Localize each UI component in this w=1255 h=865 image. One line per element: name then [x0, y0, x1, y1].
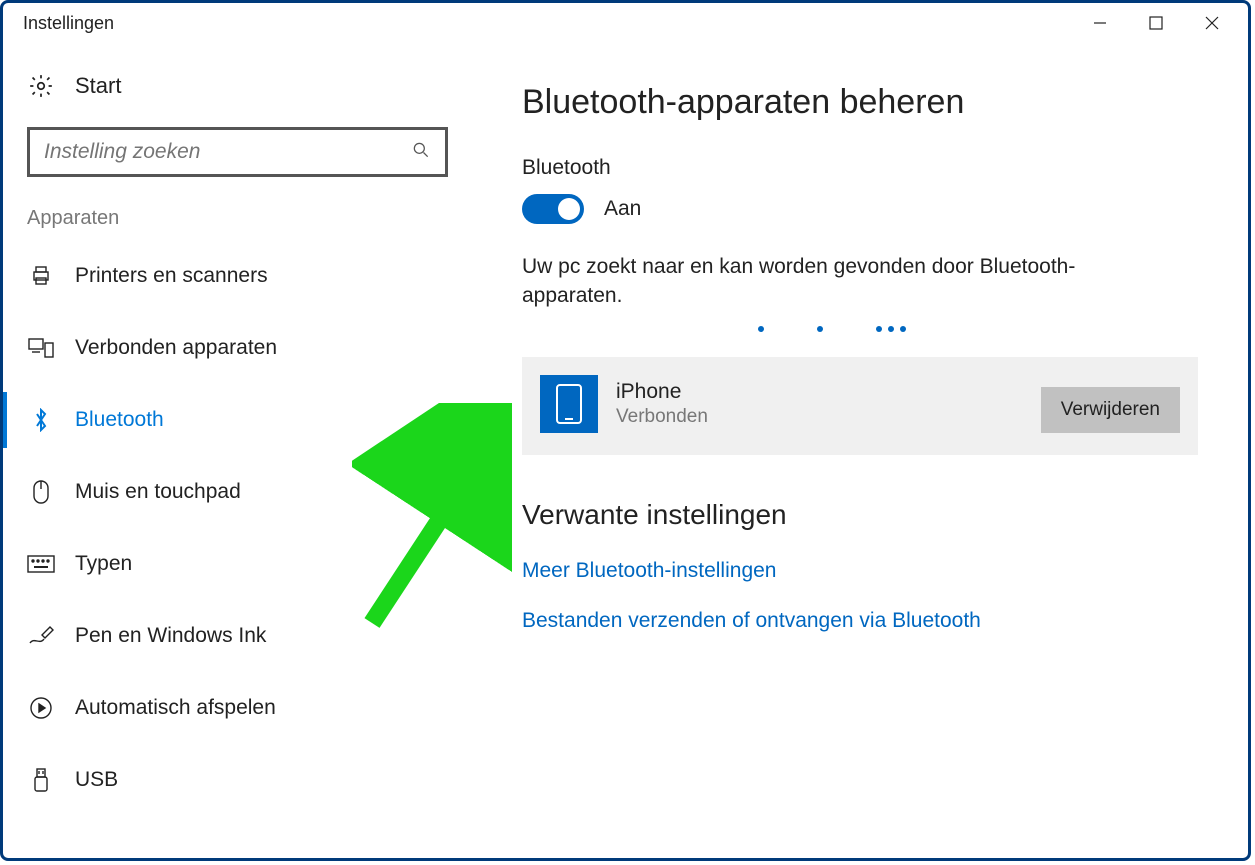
bluetooth-icon [27, 408, 55, 432]
start-label: Start [75, 73, 121, 99]
toggle-row: Aan [522, 194, 1198, 224]
sidebar-item-label: Printers en scanners [75, 264, 268, 288]
pen-icon [27, 625, 55, 647]
sidebar-item-usb[interactable]: USB [3, 744, 472, 816]
sidebar-item-label: Pen en Windows Ink [75, 624, 266, 648]
sidebar-item-typing[interactable]: Typen [3, 528, 472, 600]
minimize-icon [1092, 15, 1108, 31]
start-button[interactable]: Start [3, 63, 472, 109]
toggle-section-label: Bluetooth [522, 156, 1198, 180]
autoplay-icon [27, 696, 55, 720]
sidebar-item-label: USB [75, 768, 118, 792]
titlebar: Instellingen [3, 3, 1248, 43]
sidebar-item-pen[interactable]: Pen en Windows Ink [3, 600, 472, 672]
remove-device-button[interactable]: Verwijderen [1041, 387, 1180, 433]
search-box[interactable] [27, 127, 448, 177]
sidebar-item-bluetooth[interactable]: Bluetooth [3, 384, 472, 456]
main-panel: Bluetooth-apparaten beheren Bluetooth Aa… [472, 43, 1248, 858]
printer-icon [27, 264, 55, 288]
maximize-button[interactable] [1128, 3, 1184, 43]
phone-icon [540, 375, 598, 433]
device-card[interactable]: iPhone Verbonden Verwijderen [522, 357, 1198, 455]
close-button[interactable] [1184, 3, 1240, 43]
discovery-status-text: Uw pc zoekt naar en kan worden gevonden … [522, 252, 1142, 311]
device-status: Verbonden [616, 406, 708, 428]
mouse-icon [27, 479, 55, 505]
progress-dots [662, 319, 1002, 337]
devices-icon [27, 337, 55, 359]
toggle-state-label: Aan [604, 197, 641, 221]
settings-window: Instellingen Start [0, 0, 1251, 861]
window-controls [1072, 3, 1240, 43]
minimize-button[interactable] [1072, 3, 1128, 43]
device-name: iPhone [616, 380, 708, 404]
page-title: Bluetooth-apparaten beheren [522, 83, 1198, 122]
sidebar-item-label: Automatisch afspelen [75, 696, 276, 720]
link-more-bluetooth-settings[interactable]: Meer Bluetooth-instellingen [522, 559, 1198, 583]
window-body: Start Apparaten Printers en scanners [3, 43, 1248, 858]
window-title: Instellingen [23, 13, 114, 34]
sidebar-item-label: Typen [75, 552, 132, 576]
search-input[interactable] [44, 140, 411, 164]
close-icon [1204, 15, 1220, 31]
search-icon [411, 140, 431, 165]
sidebar-item-label: Muis en touchpad [75, 480, 241, 504]
sidebar-item-printers[interactable]: Printers en scanners [3, 240, 472, 312]
link-send-receive-files[interactable]: Bestanden verzenden of ontvangen via Blu… [522, 609, 1198, 633]
sidebar-item-label: Verbonden apparaten [75, 336, 277, 360]
sidebar: Start Apparaten Printers en scanners [3, 43, 472, 858]
sidebar-item-mouse[interactable]: Muis en touchpad [3, 456, 472, 528]
usb-icon [27, 767, 55, 793]
sidebar-item-autoplay[interactable]: Automatisch afspelen [3, 672, 472, 744]
section-header: Apparaten [3, 177, 472, 240]
search-wrap [3, 109, 472, 177]
bluetooth-toggle[interactable] [522, 194, 584, 224]
sidebar-item-label: Bluetooth [75, 408, 164, 432]
gear-icon [27, 73, 55, 99]
keyboard-icon [27, 555, 55, 573]
sidebar-item-connected-devices[interactable]: Verbonden apparaten [3, 312, 472, 384]
related-settings-title: Verwante instellingen [522, 499, 1198, 531]
maximize-icon [1149, 16, 1163, 30]
